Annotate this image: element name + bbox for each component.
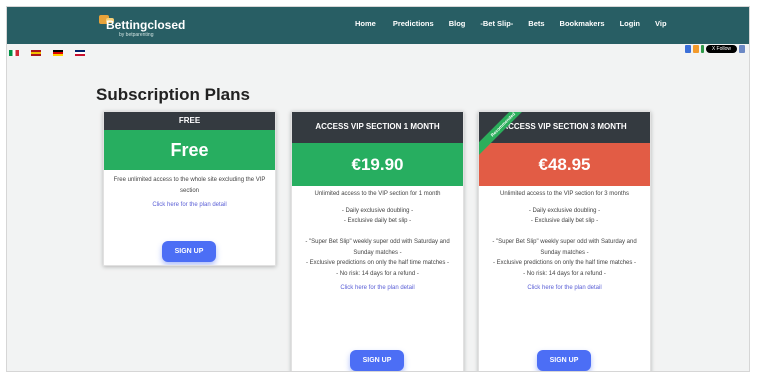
uk-flag-icon[interactable] (75, 50, 85, 56)
feature-item: - Exclusive daily bet slip - (530, 218, 599, 224)
plan-card-free: FREE Free Free unlimited access to the w… (103, 111, 276, 266)
feature-item: - No risk: 14 days for a refund - (523, 270, 606, 277)
nav-vip[interactable]: Vip (655, 19, 667, 28)
plan-card-vip-3-month: ACCESS VIP SECTION 3 MONTH €48.95 Recomm… (478, 111, 651, 371)
page-frame: Bettingclosed by betparenting Home Predi… (6, 6, 750, 372)
plan-description: Unlimited access to the VIP section for … (500, 191, 629, 197)
main-nav: Home Predictions Blog -Bet Slip- Bets Bo… (355, 19, 667, 28)
feature-item: - Daily exclusive doubling - (528, 207, 601, 214)
feature-list: - Daily exclusive doubling - - Exclusive … (479, 200, 650, 280)
plan-card-vip-1-month: ACCESS VIP SECTION 1 MONTH €19.90 Unlimi… (291, 111, 464, 371)
page-title: Subscription Plans (96, 85, 250, 104)
rss-icon[interactable] (692, 45, 699, 53)
signup-button[interactable]: SIGN UP (350, 350, 404, 371)
nav-blog[interactable]: Blog (449, 19, 466, 28)
social-bar: X Follow (684, 45, 745, 53)
feature-item: - Exclusive daily bet slip - (343, 218, 412, 224)
german-flag-icon[interactable] (53, 50, 63, 56)
plan-description: Free unlimited access to the whole site … (113, 177, 266, 194)
logo-subtitle: by betparenting (119, 32, 154, 38)
plan-price: €48.95 (479, 143, 650, 186)
x-follow-button[interactable]: X Follow (705, 45, 737, 53)
plan-detail-link[interactable]: Click here for the plan detail (104, 196, 275, 208)
language-selector (9, 50, 85, 56)
nav-bets[interactable]: Bets (528, 19, 544, 28)
italian-flag-icon[interactable] (9, 50, 19, 56)
plan-detail-link[interactable]: Click here for the plan detail (479, 279, 650, 291)
feature-item (479, 227, 650, 238)
plan-price: Free (104, 130, 275, 170)
nav-bookmakers[interactable]: Bookmakers (560, 19, 605, 28)
nav-predictions[interactable]: Predictions (393, 19, 434, 28)
plan-name: ACCESS VIP SECTION 1 MONTH (292, 112, 463, 143)
plan-description: Unlimited access to the VIP section for … (314, 191, 441, 197)
share-icon[interactable] (700, 45, 704, 53)
top-navbar: Bettingclosed by betparenting Home Predi… (7, 7, 749, 44)
nav-login[interactable]: Login (620, 19, 640, 28)
spanish-flag-icon[interactable] (31, 50, 41, 56)
signup-button[interactable]: SIGN UP (162, 241, 216, 262)
feature-item: - No risk: 14 days for a refund - (336, 270, 419, 277)
feature-item: - Daily exclusive doubling - (341, 207, 414, 214)
feature-item: - Exclusive predictions on only the half… (305, 260, 450, 266)
feature-item: - "Super Bet Slip" weekly super odd with… (305, 239, 450, 256)
feature-list: - Daily exclusive doubling - - Exclusive … (292, 200, 463, 280)
plan-price: €19.90 (292, 143, 463, 186)
feature-item (292, 227, 463, 238)
plan-name: FREE (104, 112, 275, 130)
feature-item: - "Super Bet Slip" weekly super odd with… (492, 239, 637, 256)
user-icon[interactable] (739, 45, 745, 53)
feature-item: - Exclusive predictions on only the half… (492, 260, 637, 266)
plan-detail-link[interactable]: Click here for the plan detail (292, 279, 463, 291)
email-icon[interactable] (684, 45, 691, 53)
logo-text: Bettingclosed (106, 18, 186, 32)
signup-button[interactable]: SIGN UP (537, 350, 591, 371)
nav-bet-slip[interactable]: -Bet Slip- (480, 19, 513, 28)
nav-home[interactable]: Home (355, 19, 376, 28)
